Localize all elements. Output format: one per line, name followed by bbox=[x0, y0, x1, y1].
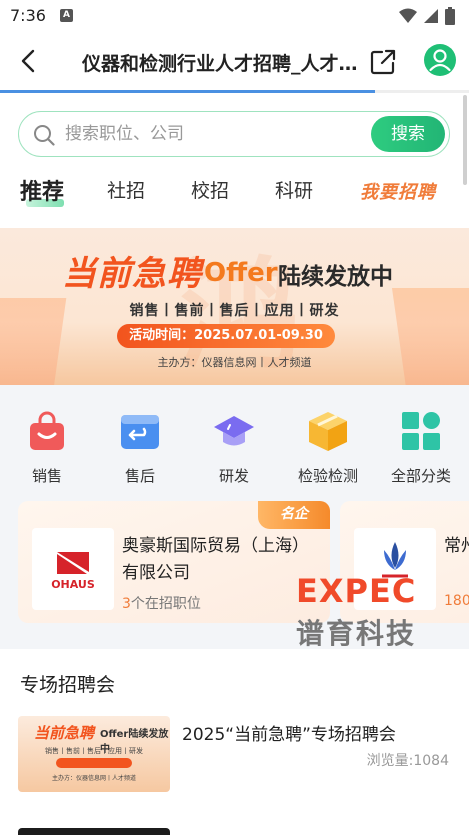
graduation-cap-icon bbox=[214, 416, 254, 446]
banner-offer-text: 陆续发放中 bbox=[278, 264, 393, 290]
section-title: 专场招聘会 bbox=[20, 674, 116, 696]
tab-campus[interactable]: 校招 bbox=[191, 176, 229, 203]
category-label: 检验检测 bbox=[297, 467, 358, 485]
banner-title: 当前急聘 bbox=[62, 254, 202, 294]
category-testing[interactable]: 检验检测 bbox=[283, 409, 373, 486]
back-arrow-icon[interactable] bbox=[14, 46, 44, 76]
return-icon bbox=[121, 415, 159, 449]
thumb-subtitle: 销售丨售前丨售后丨应用丨研发 bbox=[45, 747, 143, 755]
category-label: 售后 bbox=[124, 467, 155, 485]
title-bar: 仪器和检测行业人才招聘_人才… bbox=[0, 32, 469, 90]
category-grid: 销售 售后 研发 检验检测 全部分类 bbox=[0, 385, 469, 497]
category-aftersales[interactable]: 售后 bbox=[95, 409, 185, 486]
search-box: 搜索 bbox=[18, 111, 450, 157]
company-card[interactable]: 名企 OHAUS 奥豪斯国际贸易（上海）有限公司 3个在招职位 bbox=[18, 501, 330, 623]
thumb-organizer: 主办方：仪器信息网丨人才频道 bbox=[51, 775, 136, 782]
category-sales[interactable]: 销售 bbox=[2, 409, 92, 486]
job-fair-views: 浏览量:1084 bbox=[366, 753, 449, 769]
tab-social[interactable]: 社招 bbox=[107, 176, 145, 203]
watermark-bottom: 谱育科技 bbox=[296, 617, 417, 650]
ohaus-logo-icon: OHAUS bbox=[51, 552, 95, 591]
box-icon bbox=[309, 412, 347, 451]
category-label: 销售 bbox=[31, 467, 62, 485]
next-job-fair-thumbnail[interactable] bbox=[18, 828, 170, 835]
status-time: 7:36 bbox=[10, 6, 46, 25]
category-label: 研发 bbox=[218, 467, 249, 485]
signal-icon bbox=[424, 9, 438, 23]
category-tabs: 推荐 社招 校招 科研 我要招聘 bbox=[0, 168, 469, 212]
company-jobs: 3个在招职位 bbox=[122, 593, 201, 613]
company-jobs: 180 bbox=[444, 593, 469, 609]
job-fair-title: 2025“当前急聘”专场招聘会 bbox=[182, 725, 396, 745]
category-rnd[interactable]: 研发 bbox=[189, 409, 279, 486]
banner-period: 活动时间：2025.07.01-09.30 bbox=[117, 324, 335, 348]
jobs-suffix: 个在招职位 bbox=[130, 596, 201, 612]
page-title: 仪器和检测行业人才招聘_人才… bbox=[82, 53, 358, 75]
post-job-link[interactable]: 我要招聘 bbox=[360, 178, 436, 204]
sim-icon: A bbox=[60, 9, 73, 22]
company-name: 奥豪斯国际贸易（上海）有限公司 bbox=[122, 536, 309, 583]
search-input[interactable] bbox=[65, 120, 365, 148]
banner-subtitle: 销售丨售前丨售后丨应用丨研发 bbox=[129, 303, 340, 319]
banner-offer: Offer bbox=[204, 258, 278, 288]
wifi-icon bbox=[399, 8, 417, 23]
jobs-count: 3 bbox=[122, 596, 131, 612]
watermark-top: EXPEC bbox=[296, 572, 417, 610]
category-all[interactable]: 全部分类 bbox=[376, 409, 466, 486]
section-divider bbox=[0, 649, 469, 657]
jobs-count: 180 bbox=[444, 593, 469, 609]
watermark: EXPEC 谱育科技 bbox=[296, 572, 432, 650]
progress-fill bbox=[0, 90, 376, 93]
tab-recommend[interactable]: 推荐 bbox=[20, 174, 64, 206]
banner-organizer: 主办方：仪器信息网丨人才频道 bbox=[157, 356, 312, 369]
search-icon bbox=[34, 125, 55, 146]
company-logo: OHAUS bbox=[32, 528, 114, 610]
status-icons bbox=[399, 7, 455, 25]
category-label: 全部分类 bbox=[390, 467, 451, 485]
job-fair-thumbnail: 当前急聘 Offer陆续发放中 销售丨售前丨售后丨应用丨研发 主办方：仪器信息网… bbox=[18, 716, 170, 792]
company-name: 常州 bbox=[444, 536, 469, 556]
battery-icon bbox=[445, 7, 455, 25]
user-avatar-icon[interactable] bbox=[424, 44, 456, 76]
famous-company-badge: 名企 bbox=[258, 501, 330, 529]
search-button[interactable]: 搜索 bbox=[371, 116, 445, 152]
share-icon[interactable] bbox=[368, 47, 398, 77]
page-load-progress bbox=[0, 90, 469, 93]
thumb-period-pill bbox=[56, 758, 132, 768]
tab-research[interactable]: 科研 bbox=[275, 176, 313, 203]
thumb-title: 当前急聘 bbox=[34, 724, 95, 742]
grid-icon bbox=[402, 412, 440, 450]
shopping-bag-icon bbox=[30, 411, 64, 450]
company-logo-text: OHAUS bbox=[51, 578, 95, 591]
status-bar: 7:36 A bbox=[0, 0, 469, 32]
promo-banner[interactable]: 鸿 当前急聘 Offer 陆续发放中 销售丨售前丨售后丨应用丨研发 活动时间：2… bbox=[0, 228, 469, 385]
